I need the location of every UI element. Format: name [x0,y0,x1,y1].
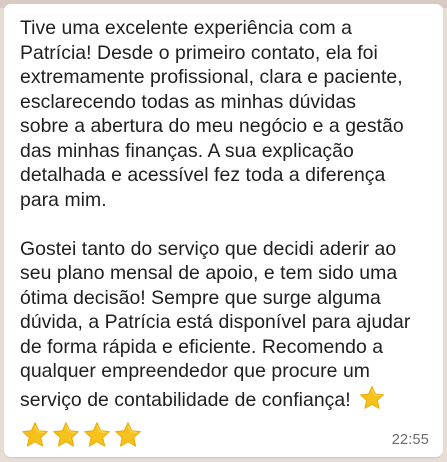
star-icon [22,422,48,447]
message-line: esclarecendo todas as minhas dúvidas [20,90,356,113]
star-icon [53,422,79,447]
message-line: das minhas finanças. A sua explicação [20,139,354,162]
star-icon [84,422,110,447]
message-text: Tive uma excelente experiência com a Pat… [20,16,444,412]
message-line: seu plano mensal de apoio, e tem sido um… [20,262,398,284]
message-line: Tive uma excelente experiência com a [20,17,352,39]
message-line-last: serviço de contabilidade de confiança! [20,384,444,413]
message-line: para mim. [20,188,107,211]
message-line: extremamente profissional, clara e pacie… [20,66,403,88]
star-icon [360,385,385,409]
message-line: Patrícia! Desde o primeiro contato, ela … [20,41,378,64]
message-line: sobre a abertura do meu negócio e a gest… [20,115,404,137]
message-timestamp: 22:55 [391,432,429,448]
message-line: detalhada e acessível fez toda a diferen… [20,164,386,186]
message-line: qualquer empreendedor que procure um [20,360,370,382]
message-line: ótima decisão! Sempre que surge alguma [20,286,381,309]
star-icon [115,422,141,447]
message-line: dúvida, a Patrícia está disponível para … [20,311,411,333]
rating-stars [20,420,144,450]
message-line: de forma rápida e eficiente. Recomendo a [20,335,384,358]
message-line: Gostei tanto do serviço que decidi aderi… [20,237,397,260]
message-bubble[interactable]: Tive uma excelente experiência com a Pat… [4,4,443,457]
message-line-text: serviço de contabilidade de confiança! [20,388,351,411]
